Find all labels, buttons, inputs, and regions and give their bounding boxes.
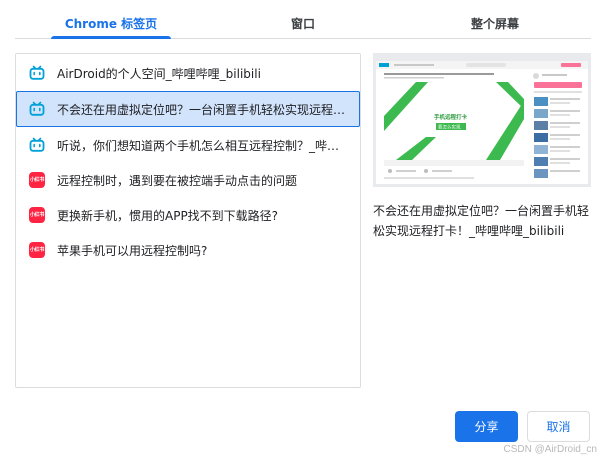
source-tabs: Chrome 标签页 窗口 整个屏幕 (15, 8, 591, 39)
xiaohongshu-icon: 小红书 (29, 242, 45, 258)
watermark: CSDN @AirDroid_cn (503, 444, 597, 455)
bilibili-icon (29, 101, 45, 117)
list-item[interactable]: AirDroid的个人空间_哔哩哔哩_bilibili (17, 56, 359, 90)
xiaohongshu-icon: 小红书 (29, 207, 45, 223)
preview-page: 手机远程打卡 要怎么实现 (376, 61, 588, 184)
list-item[interactable]: 小红书 更换新手机，惯用的APP找不到下载路径? (17, 198, 359, 232)
list-item-label: 听说，你们想知道两个手机怎么相互远程控制？_哔哩哔哩_bilibili (57, 138, 359, 153)
bilibili-icon (29, 65, 45, 81)
list-item[interactable]: 小红书 远程控制时，遇到要在被控端手动点击的问题 (17, 163, 359, 197)
list-item-label: 不会还在用虚拟定位吧？一台闲置手机轻松实现远程打卡！_哔哩哔哩_bilibili (57, 102, 359, 117)
list-item-selected[interactable]: 不会还在用虚拟定位吧？一台闲置手机轻松实现远程打卡！_哔哩哔哩_bilibili (16, 91, 360, 127)
list-item-label: 苹果手机可以用远程控制吗? (57, 243, 208, 258)
list-item[interactable]: 听说，你们想知道两个手机怎么相互远程控制？_哔哩哔哩_bilibili (17, 128, 359, 162)
xiaohongshu-icon: 小红书 (29, 172, 45, 188)
preview-video-subtitle: 要怎么实现 (438, 124, 461, 131)
list-item-label: AirDroid的个人空间_哔哩哔哩_bilibili (57, 66, 261, 81)
preview-illustration: 手机远程打卡 要怎么实现 (376, 61, 588, 179)
xiaohongshu-icon-text: 小红书 (29, 172, 45, 188)
xiaohongshu-icon-text: 小红书 (29, 242, 45, 258)
list-item-label: 更换新手机，惯用的APP找不到下载路径? (57, 208, 279, 223)
bilibili-icon (29, 137, 45, 153)
list-item[interactable]: 小红书 苹果手机可以用远程控制吗? (17, 233, 359, 267)
list-item-label: 远程控制时，遇到要在被控端手动点击的问题 (57, 173, 298, 188)
share-button[interactable]: 分享 (455, 411, 518, 442)
tab-preview-thumbnail: 手机远程打卡 要怎么实现 (373, 53, 591, 187)
share-screen-dialog: Chrome 标签页 窗口 整个屏幕 AirDroid的个人空间_哔哩哔哩_bi… (0, 0, 605, 461)
tab-entire-screen[interactable]: 整个屏幕 (399, 8, 591, 38)
tab-window[interactable]: 窗口 (207, 8, 399, 38)
preview-caption: 不会还在用虚拟定位吧？一台闲置手机轻松实现远程打卡！_哔哩哔哩_bilibili (373, 204, 590, 238)
tab-chrome-tabs[interactable]: Chrome 标签页 (15, 8, 207, 39)
tab-list: AirDroid的个人空间_哔哩哔哩_bilibili 不会还在用虚拟定位吧？一… (15, 53, 361, 388)
xiaohongshu-icon-text: 小红书 (29, 207, 45, 223)
cancel-button[interactable]: 取消 (527, 411, 590, 442)
preview-video-title: 手机远程打卡 (434, 113, 468, 121)
